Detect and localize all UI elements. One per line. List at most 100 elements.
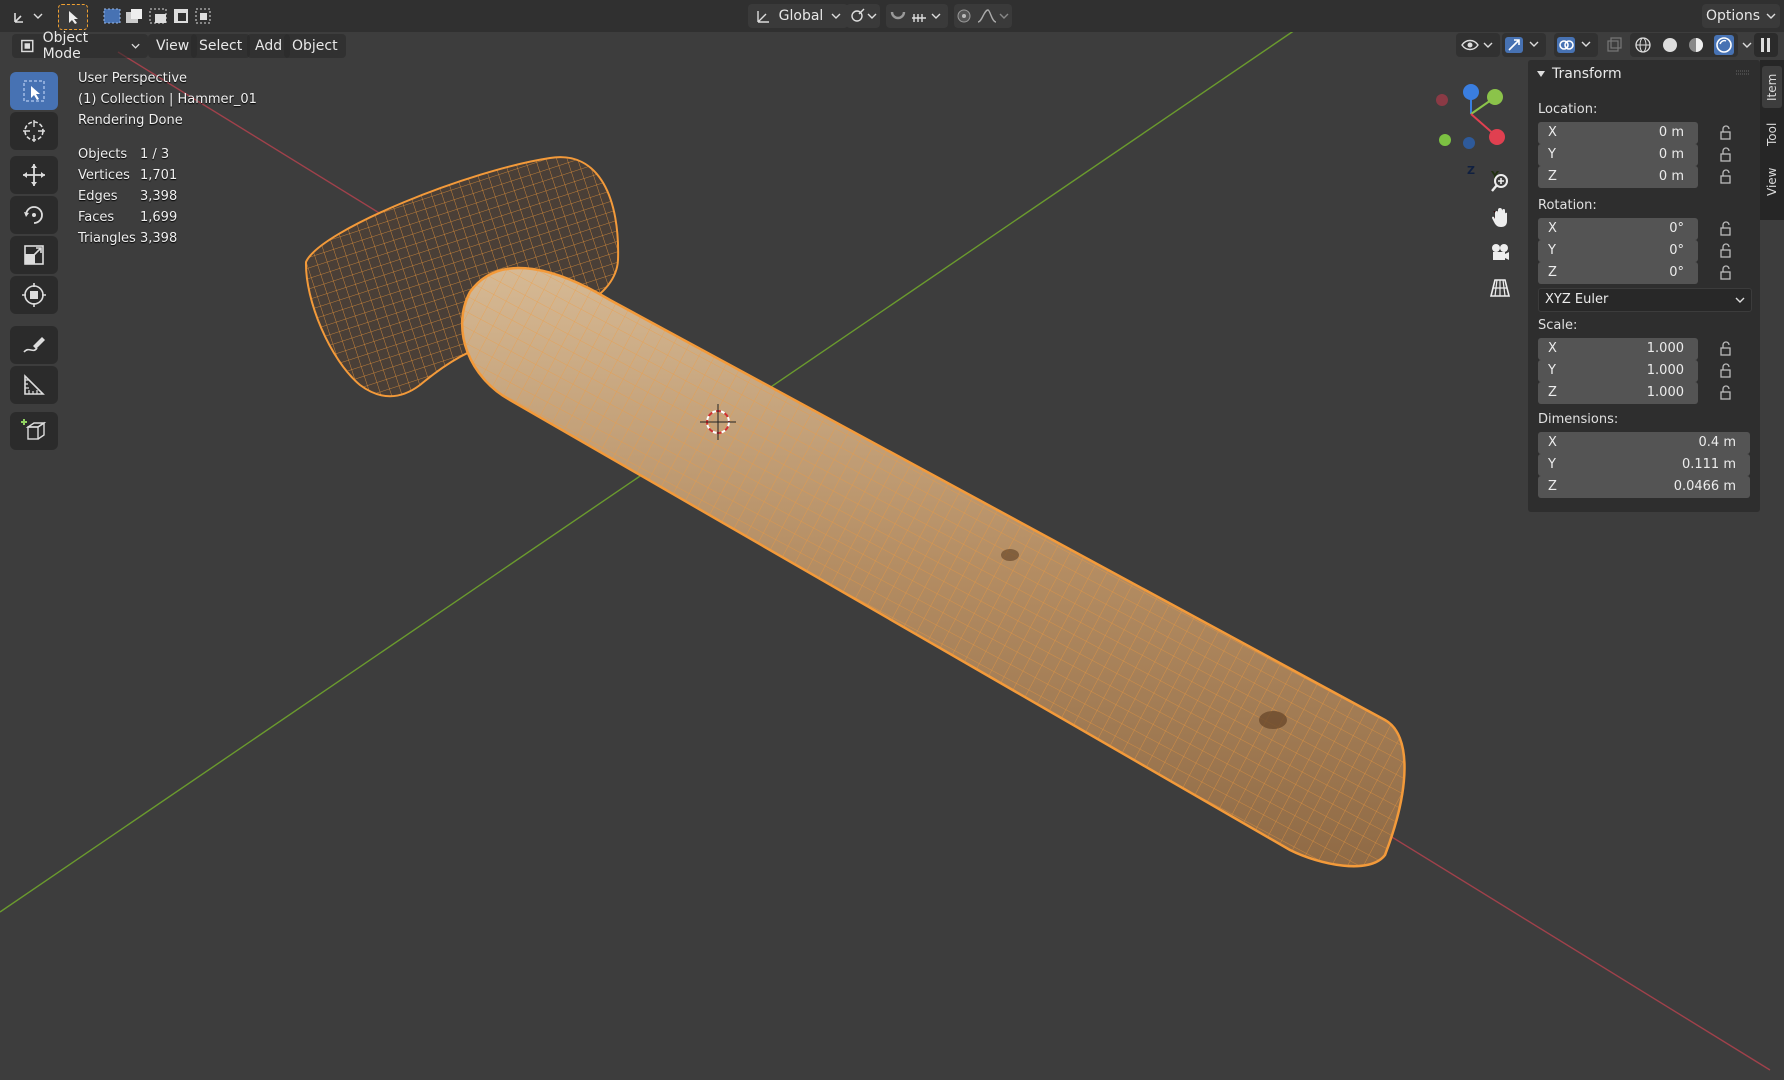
rotation-z-lock-icon[interactable] [1718,265,1734,281]
tab-item[interactable]: Item [1762,66,1782,108]
dimensions-y-field[interactable]: Y 0.111 m [1538,454,1750,476]
scale-y-lock-icon[interactable] [1718,363,1734,379]
solid-shading-icon[interactable] [1661,36,1679,54]
pivot-point-dropdown[interactable] [846,4,880,28]
dimensions-z-value: 0.0466 m [1673,479,1736,494]
menu-select[interactable]: Select [191,34,251,58]
ruler-icon [24,374,45,395]
dimensions-z-field[interactable]: Z 0.0466 m [1538,476,1750,498]
location-z-value: 0 m [1658,169,1684,184]
xray-icon [1607,37,1622,52]
gizmo-y-dot [1487,89,1503,105]
drag-grip-icon[interactable] [1736,70,1750,76]
rotation-z-value: 0° [1669,265,1684,280]
mode-new-icon [103,8,121,24]
wireframe-shading-icon[interactable] [1634,36,1652,54]
menu-view[interactable]: View [148,34,198,58]
viewport-canvas[interactable] [0,0,1784,1080]
location-y-axis: Y [1548,147,1556,162]
cursor-tool[interactable] [10,112,58,150]
annotate-tool[interactable] [10,326,58,364]
proportional-editing-group[interactable] [954,4,1012,28]
editor-type-button[interactable] [8,4,48,28]
scale-z-lock-icon[interactable] [1718,385,1734,401]
location-x-lock-icon[interactable] [1718,125,1734,141]
select-tool-button[interactable] [58,4,88,30]
location-y-value: 0 m [1658,147,1684,162]
stat-vertices-value: 1,701 [140,168,178,183]
dimensions-x-value: 0.4 m [1698,435,1736,450]
material-preview-icon[interactable] [1687,36,1705,54]
location-x-field[interactable]: X 0 m [1538,122,1698,144]
transform-tool[interactable] [10,276,58,314]
scale-x-axis: X [1548,341,1557,356]
location-z-axis: Z [1548,169,1557,184]
scale-x-field[interactable]: X 1.000 [1538,338,1698,360]
rotate-tool[interactable] [10,196,58,234]
snap-dropdown[interactable] [886,4,948,28]
rotate-icon [24,206,43,224]
dimensions-z-axis: Z [1548,479,1557,494]
move-tool[interactable] [10,156,58,194]
location-y-lock-icon[interactable] [1718,147,1734,163]
dimensions-x-field[interactable]: X 0.4 m [1538,432,1750,454]
location-z-lock-icon[interactable] [1718,169,1734,185]
sidebar-toggle[interactable] [1754,33,1778,57]
location-z-field[interactable]: Z 0 m [1538,166,1698,188]
zoom-button[interactable] [1485,168,1515,198]
render-status-label: Rendering Done [78,113,183,128]
mode-intersect-icon [195,8,211,24]
pencil-icon [23,337,45,353]
scale-z-field[interactable]: Z 1.000 [1538,382,1698,404]
orientation-axes-icon [756,11,769,23]
collection-label: (1) Collection | Hammer_01 [78,92,257,107]
navigation-gizmo[interactable]: Z Y X [1426,80,1518,222]
gizmo-toggle[interactable] [1502,33,1546,57]
select-box-tool[interactable] [10,72,58,110]
measure-tool[interactable] [10,366,58,404]
rotation-y-value: 0° [1669,243,1684,258]
mode-label: Object Mode [42,30,89,62]
rendered-shading-icon[interactable] [1713,35,1734,55]
pan-button[interactable] [1485,203,1515,233]
shading-mode-group[interactable] [1630,33,1738,57]
transform-icon [22,283,46,307]
tab-view[interactable]: View [1762,160,1782,204]
chevron-down-icon [1735,297,1745,303]
location-y-field[interactable]: Y 0 m [1538,144,1698,166]
rotation-x-field[interactable]: X 0° [1538,218,1698,240]
magnet-icon [890,11,906,20]
scale-y-field[interactable]: Y 1.000 [1538,360,1698,382]
transform-orientation-dropdown[interactable]: Global [748,4,848,28]
rotation-mode-dropdown[interactable]: XYZ Euler [1538,288,1752,312]
rotation-y-lock-icon[interactable] [1718,243,1734,259]
menu-object[interactable]: Object [284,34,346,58]
scale-x-lock-icon[interactable] [1718,341,1734,357]
options-dropdown[interactable]: Options [1702,4,1780,28]
object-mode-icon [21,39,34,53]
add-cube-icon [21,419,47,440]
rotation-mode-value: XYZ Euler [1545,292,1609,307]
tab-tool[interactable]: Tool [1762,114,1782,154]
chevron-down-icon [999,13,1009,19]
rotation-x-lock-icon[interactable] [1718,221,1734,237]
scale-icon [24,245,44,265]
transform-panel-header[interactable]: Transform [1536,66,1622,82]
xray-toggle[interactable] [1604,33,1624,57]
dimensions-y-value: 0.111 m [1681,457,1736,472]
gizmo-neg-y-dot [1439,134,1451,146]
mode-dropdown[interactable]: Object Mode [12,30,148,62]
selection-mode-group[interactable] [100,4,212,28]
rotation-y-field[interactable]: Y 0° [1538,240,1698,262]
orientation-label: Global [778,8,824,24]
scale-tool[interactable] [10,236,58,274]
overlays-toggle[interactable] [1554,33,1598,57]
chevron-down-icon [1529,41,1539,47]
sidebar-tabs: Item Tool View [1760,60,1784,220]
perspective-toggle-button[interactable] [1485,273,1515,303]
camera-view-button[interactable] [1485,238,1515,268]
shading-options-dropdown[interactable] [1740,33,1754,57]
visibility-dropdown[interactable] [1456,33,1500,57]
add-cube-tool[interactable] [10,412,58,450]
rotation-z-field[interactable]: Z 0° [1538,262,1698,284]
